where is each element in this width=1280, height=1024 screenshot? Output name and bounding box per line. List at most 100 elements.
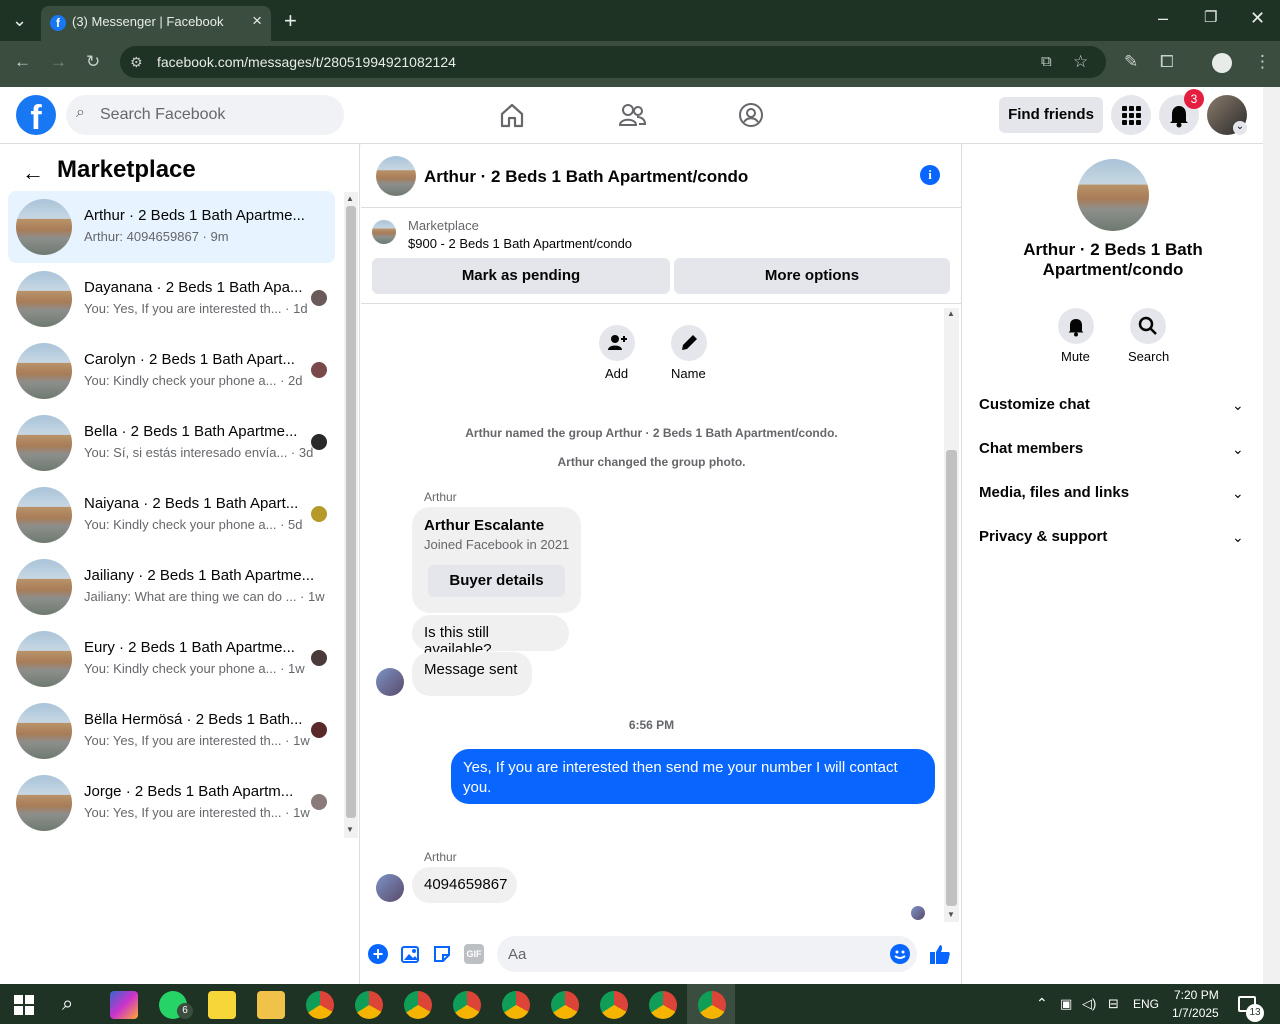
plus-icon[interactable]: + (368, 944, 388, 964)
menu-grid-button[interactable] (1111, 95, 1151, 135)
bookmark-star-icon[interactable]: ☆ (1073, 52, 1088, 72)
forward-icon[interactable]: → (50, 52, 67, 72)
thumbs-up-icon[interactable] (928, 942, 952, 966)
conversation-item[interactable]: Jorge · 2 Beds 1 Bath Apartm... You: Yes… (8, 767, 335, 839)
account-chevron-icon[interactable]: ⌄ (1233, 121, 1247, 135)
pen-icon[interactable]: ✎ (1124, 52, 1138, 72)
back-icon[interactable]: ← (14, 52, 31, 72)
conversation-item[interactable]: Eury · 2 Beds 1 Bath Apartme... You: Kin… (8, 623, 335, 695)
page-scrollbar[interactable] (1263, 87, 1280, 984)
conversation-name: Jailiany · 2 Beds 1 Bath Apartme... (84, 567, 314, 584)
extensions-icon[interactable]: ⧠ (1160, 52, 1174, 72)
listing-thumbnail[interactable] (372, 220, 396, 244)
group-photo[interactable] (1077, 159, 1149, 231)
scroll-down-arrow-icon[interactable]: ▼ (346, 825, 354, 834)
windows-start-icon[interactable] (14, 995, 34, 1015)
more-options-button[interactable]: More options (674, 258, 950, 294)
chrome-icon[interactable] (355, 991, 383, 1019)
site-info-icon[interactable]: ⚙ (130, 54, 143, 71)
conversation-item[interactable]: Arthur · 2 Beds 1 Bath Apartme... Arthur… (8, 191, 335, 263)
restore-icon[interactable]: ❐ (1204, 10, 1217, 25)
clock-date[interactable]: 1/7/2025 (1172, 1006, 1219, 1020)
find-friends-button[interactable]: Find friends (999, 97, 1103, 133)
meet-now-icon[interactable]: ▣ (1060, 996, 1072, 1012)
seen-avatar (311, 506, 327, 522)
tab-list-chevron-icon[interactable]: ⌄ (12, 11, 27, 29)
language-indicator[interactable]: ENG (1133, 997, 1159, 1011)
sticky-notes-icon[interactable] (208, 991, 236, 1019)
chevron-down-icon[interactable]: ⌄ (1232, 529, 1244, 546)
message-bubble[interactable]: 4094659867 (412, 867, 517, 903)
search-in-chat-button[interactable] (1130, 308, 1166, 344)
taskbar-search-icon[interactable]: ⌕ (62, 993, 73, 1016)
chrome-icon[interactable] (453, 991, 481, 1019)
friends-icon[interactable] (617, 100, 647, 130)
chrome-icon[interactable] (600, 991, 628, 1019)
chevron-down-icon[interactable]: ⌄ (1232, 397, 1244, 414)
conversation-item[interactable]: Dayanana · 2 Beds 1 Bath Apa... You: Yes… (8, 263, 335, 335)
back-arrow-icon[interactable]: ← (22, 160, 44, 186)
file-explorer-icon[interactable] (257, 991, 285, 1019)
new-tab-icon[interactable]: + (284, 10, 297, 32)
minimize-icon[interactable]: – (1158, 9, 1168, 27)
groups-icon[interactable] (736, 100, 766, 130)
chevron-down-icon[interactable]: ⌄ (1232, 485, 1244, 502)
window-close-icon[interactable]: ✕ (1250, 9, 1265, 27)
message-bubble[interactable]: Is this still available? (412, 615, 569, 658)
listing-price-title[interactable]: $900 - 2 Beds 1 Bath Apartment/condo (408, 236, 632, 251)
chat-members-row[interactable]: Chat members (979, 440, 1083, 457)
gif-icon[interactable]: GIF (464, 944, 484, 964)
message-input[interactable] (497, 936, 917, 972)
tab-close-icon[interactable]: × (252, 11, 262, 31)
mark-as-pending-button[interactable]: Mark as pending (372, 258, 670, 294)
chat-avatar[interactable] (376, 156, 416, 196)
chrome-icon[interactable] (502, 991, 530, 1019)
reload-icon[interactable]: ↻ (86, 52, 100, 72)
photo-icon[interactable] (400, 944, 421, 964)
buyer-details-button[interactable]: Buyer details (428, 565, 565, 597)
facebook-logo-icon[interactable]: f (16, 95, 56, 137)
privacy-support-row[interactable]: Privacy & support (979, 528, 1107, 545)
sender-avatar[interactable] (376, 874, 404, 902)
conversation-item[interactable]: Jailiany · 2 Beds 1 Bath Apartme... Jail… (8, 551, 335, 623)
scrollbar-thumb[interactable] (946, 450, 957, 906)
chat-title[interactable]: Arthur · 2 Beds 1 Bath Apartment/condo (424, 167, 748, 187)
name-group-button[interactable] (671, 325, 707, 361)
conversation-item[interactable]: Naiyana · 2 Beds 1 Bath Apart... You: Ki… (8, 479, 335, 551)
sender-avatar[interactable] (376, 668, 404, 696)
chrome-icon[interactable] (306, 991, 334, 1019)
chrome-icon[interactable] (649, 991, 677, 1019)
chrome-icon[interactable] (698, 991, 726, 1019)
network-icon[interactable]: ⊟ (1108, 996, 1119, 1012)
group-title: Arthur · 2 Beds 1 Bath Apartment/condo (1023, 240, 1203, 279)
outgoing-message-bubble[interactable]: Yes, If you are interested then send me … (451, 749, 935, 804)
chevron-down-icon[interactable]: ⌄ (1232, 441, 1244, 458)
conversation-item[interactable]: Carolyn · 2 Beds 1 Bath Apart... You: Ki… (8, 335, 335, 407)
tray-chevron-icon[interactable]: ⌃ (1036, 995, 1048, 1012)
info-icon[interactable]: i (920, 165, 940, 185)
conversation-item[interactable]: Bëlla Hermösá · 2 Beds 1 Bath... You: Ye… (8, 695, 335, 767)
volume-icon[interactable]: ◁) (1082, 996, 1096, 1012)
mute-button[interactable] (1058, 308, 1094, 344)
conversation-item[interactable]: Bella · 2 Beds 1 Bath Apartme... You: Sí… (8, 407, 335, 479)
customize-chat-row[interactable]: Customize chat (979, 396, 1090, 413)
browser-tab[interactable]: f (3) Messenger | Facebook × (41, 6, 271, 41)
scroll-up-arrow-icon[interactable]: ▲ (947, 309, 955, 318)
profile-icon[interactable] (1212, 53, 1232, 73)
install-app-icon[interactable]: ⧉ (1041, 53, 1052, 70)
clock-time[interactable]: 7:20 PM (1174, 988, 1219, 1002)
sticker-icon[interactable] (432, 944, 452, 964)
add-people-button[interactable] (599, 325, 635, 361)
home-icon[interactable] (497, 100, 527, 130)
facebook-search-input[interactable]: ⌕ Search Facebook (66, 95, 344, 135)
chrome-icon[interactable] (404, 991, 432, 1019)
read-receipt-avatar (911, 906, 925, 920)
message-bubble[interactable]: Message sent (412, 652, 532, 696)
media-files-links-row[interactable]: Media, files and links (979, 484, 1129, 501)
emoji-icon[interactable] (890, 944, 910, 964)
browser-menu-icon[interactable]: ⋮ (1254, 52, 1271, 72)
chrome-icon[interactable] (551, 991, 579, 1019)
scroll-up-arrow-icon[interactable]: ▲ (346, 194, 354, 203)
copilot-icon[interactable] (110, 991, 138, 1019)
scroll-down-arrow-icon[interactable]: ▼ (947, 910, 955, 919)
